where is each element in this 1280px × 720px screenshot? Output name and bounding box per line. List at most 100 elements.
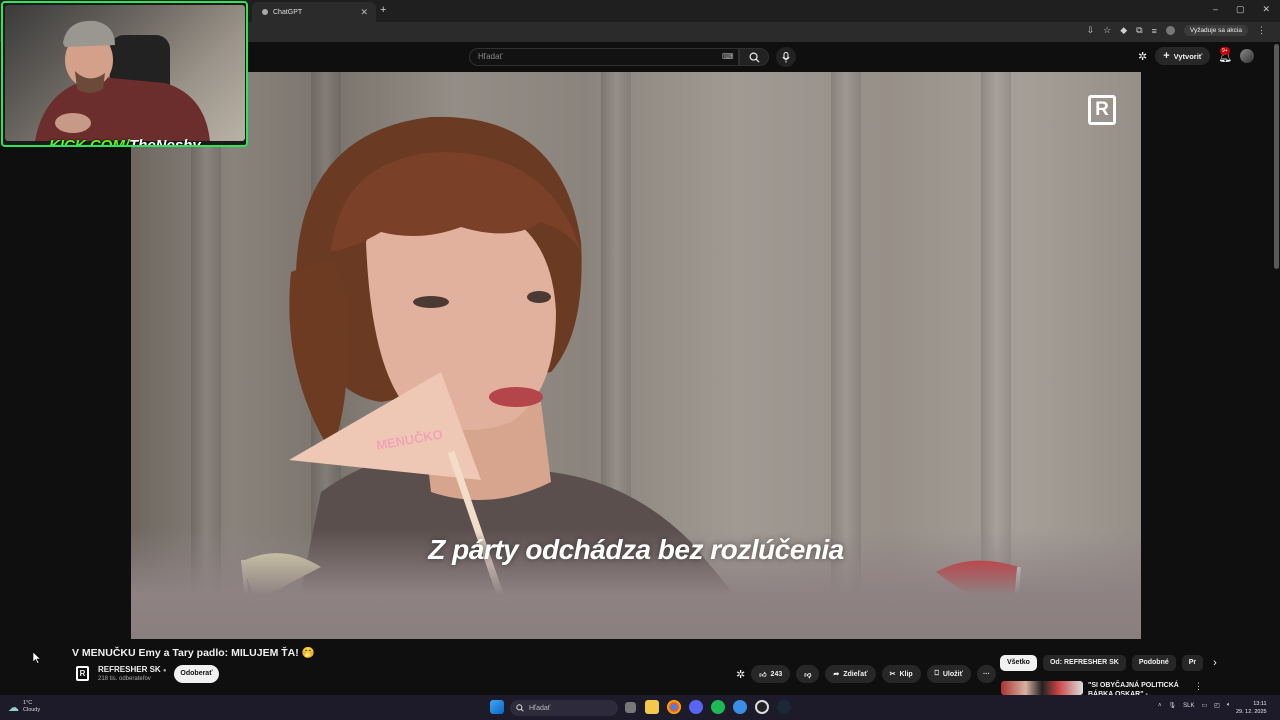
channel-name[interactable]: REFRESHER SK ● bbox=[98, 665, 167, 674]
page-scrollbar[interactable] bbox=[1274, 44, 1279, 269]
steam-icon[interactable] bbox=[777, 700, 791, 714]
weather-temp: 1°C bbox=[23, 700, 33, 706]
save-button[interactable]: ⎕ Uložiť bbox=[926, 665, 971, 683]
share-label: Zdieľať bbox=[843, 670, 868, 678]
extension-icon[interactable]: ◆ bbox=[1120, 25, 1127, 36]
microphone-icon bbox=[782, 51, 790, 62]
channel-name-text: REFRESHER SK bbox=[98, 665, 161, 674]
chip-from-channel[interactable]: Od: REFRESHER SK bbox=[1042, 655, 1126, 671]
browser-tab[interactable]: ChatGPT ✕ bbox=[252, 2, 376, 22]
chip-all[interactable]: Všetko bbox=[1000, 655, 1037, 671]
share-arrow-icon: ➦ bbox=[833, 671, 840, 678]
close-window-button[interactable]: ✕ bbox=[1262, 4, 1270, 15]
voice-search-button[interactable] bbox=[776, 47, 796, 67]
clip-label: Klip bbox=[899, 670, 913, 678]
streamer-webcam-overlay: KICK.COM/ TheNeshy bbox=[1, 1, 248, 147]
clock-time: 13:11 bbox=[1253, 701, 1267, 707]
chip-related[interactable]: Podobné bbox=[1131, 655, 1176, 671]
refresher-logo: R bbox=[1088, 95, 1116, 125]
search-input[interactable]: Hľadať bbox=[469, 48, 739, 66]
search-icon bbox=[749, 52, 760, 63]
like-count: 243 bbox=[770, 670, 783, 678]
weather-desc: Cloudy bbox=[23, 707, 41, 713]
extension-gear-icon[interactable]: ✲ bbox=[1138, 50, 1147, 63]
discord-icon[interactable] bbox=[689, 700, 703, 714]
toolbar-icons: ⇩ ☆ ◆ ⧉ ≡ Vyžaduje sa akcia ⋮ bbox=[1087, 25, 1266, 36]
save-label: Uložiť bbox=[942, 670, 963, 678]
obs-icon[interactable] bbox=[755, 700, 769, 714]
browser-menu-icon[interactable]: ⋮ bbox=[1257, 25, 1266, 36]
chrome-icon[interactable] bbox=[667, 700, 681, 714]
weather-widget[interactable]: ☁ 1°C Cloudy bbox=[8, 700, 40, 714]
plus-icon: + bbox=[1163, 50, 1170, 62]
recommended-video-thumbnail[interactable] bbox=[1001, 681, 1083, 695]
thumbs-up-icon: 👍︎ bbox=[759, 671, 767, 679]
kick-channel-label: KICK.COM/ TheNeshy bbox=[49, 137, 201, 147]
recommendation-filter-chips: Všetko Od: REFRESHER SK Podobné Pr › bbox=[1000, 655, 1217, 671]
chip-more[interactable]: Pr bbox=[1181, 655, 1204, 671]
display-icon[interactable]: ▭ bbox=[1201, 702, 1207, 709]
video-player[interactable]: MENUČKO Z párty odchádza bez rozlúčenia … bbox=[131, 72, 1141, 639]
update-required-pill[interactable]: Vyžaduje sa akcia bbox=[1183, 25, 1248, 36]
bookmark-star-icon[interactable]: ☆ bbox=[1103, 25, 1111, 36]
recommended-menu-icon[interactable]: ⋮ bbox=[1194, 681, 1203, 692]
dislike-button[interactable]: 👎︎ bbox=[796, 665, 820, 683]
file-explorer-icon[interactable] bbox=[645, 700, 659, 714]
channel-avatar[interactable]: R bbox=[76, 666, 89, 681]
video-actions: ✲ 👍︎ 243 👎︎ ➦ Zdieľať ✂ Klip ⎕ Uložiť ··… bbox=[736, 665, 996, 683]
bookmark-icon: ⎕ bbox=[934, 670, 939, 677]
create-label: Vytvoriť bbox=[1173, 51, 1203, 61]
task-view-icon[interactable] bbox=[625, 702, 636, 713]
new-tab-button[interactable]: + bbox=[380, 4, 386, 16]
taskbar-search-placeholder: Hľadať bbox=[529, 704, 551, 712]
video-title: V MENUČKU Emy a Tary padlo: MILUJEM ŤA! … bbox=[72, 647, 315, 659]
cloud-icon: ☁ bbox=[8, 701, 19, 714]
more-actions-button[interactable]: ··· bbox=[976, 665, 996, 683]
tab-favicon-icon bbox=[262, 9, 268, 15]
share-button[interactable]: ➦ Zdieľať bbox=[825, 665, 876, 683]
volume-icon[interactable]: 🔈︎ bbox=[1227, 702, 1231, 709]
webcam-person bbox=[35, 20, 210, 141]
verified-icon: ● bbox=[162, 668, 167, 674]
chevron-right-icon[interactable]: › bbox=[1213, 657, 1217, 669]
search-icon bbox=[516, 704, 524, 712]
media-controls-icon[interactable]: ≡ bbox=[1152, 26, 1157, 36]
account-avatar[interactable] bbox=[1240, 49, 1255, 63]
thumbs-down-icon: 👎︎ bbox=[804, 671, 812, 679]
keyboard-icon[interactable]: ⌨ bbox=[722, 52, 734, 61]
windows-start-icon[interactable] bbox=[490, 700, 504, 714]
search-button[interactable] bbox=[739, 48, 769, 66]
install-app-icon[interactable]: ⇩ bbox=[1087, 25, 1095, 36]
extensions-puzzle-icon[interactable]: ⧉ bbox=[1136, 25, 1142, 36]
tray-overflow-icon[interactable]: ˄ bbox=[1158, 703, 1162, 709]
notifications-badge: 9+ bbox=[1220, 47, 1230, 55]
window-controls: – ▢ ✕ bbox=[1213, 4, 1270, 15]
system-tray: ˄ 🎙︎ SLK ▭ ◰ 🔈︎ bbox=[1158, 702, 1230, 709]
minimize-button[interactable]: – bbox=[1213, 4, 1218, 15]
webcam-feed bbox=[5, 5, 245, 141]
create-button[interactable]: + Vytvoriť bbox=[1155, 47, 1211, 65]
subscriber-count: 218 tis. odberateľov bbox=[98, 676, 151, 682]
subscribe-button[interactable]: Odoberať bbox=[174, 665, 219, 683]
microphone-tray-icon[interactable]: 🎙︎ bbox=[1169, 702, 1177, 709]
taskbar-clock[interactable]: 13:11 29. 12. 2025 bbox=[1236, 700, 1267, 716]
video-subtitle: Z párty odchádza bez rozlúčenia bbox=[428, 534, 844, 565]
spotify-icon[interactable] bbox=[711, 700, 725, 714]
scissors-icon: ✂ bbox=[889, 671, 896, 678]
profile-avatar[interactable] bbox=[1165, 26, 1175, 35]
tab-close-icon[interactable]: ✕ bbox=[360, 7, 368, 18]
maximize-button[interactable]: ▢ bbox=[1236, 4, 1245, 15]
header-actions: ✲ + Vytvoriť 🔔︎ 9+ bbox=[1138, 47, 1255, 65]
like-button[interactable]: 👍︎ 243 bbox=[751, 665, 791, 683]
tab-title: ChatGPT bbox=[273, 8, 303, 16]
extension-gear-icon[interactable]: ✲ bbox=[736, 668, 745, 681]
kick-streamer-name: TheNeshy bbox=[129, 137, 201, 147]
mouse-cursor-icon bbox=[33, 652, 41, 664]
network-icon[interactable]: ◰ bbox=[1214, 702, 1220, 709]
language-indicator[interactable]: SLK bbox=[1183, 703, 1194, 709]
clip-button[interactable]: ✂ Klip bbox=[881, 665, 921, 683]
kick-site-text: KICK.COM/ bbox=[49, 137, 129, 147]
taskbar-search[interactable]: Hľadať bbox=[510, 700, 618, 716]
browser-icon[interactable] bbox=[733, 700, 747, 714]
clock-date: 29. 12. 2025 bbox=[1236, 709, 1267, 715]
